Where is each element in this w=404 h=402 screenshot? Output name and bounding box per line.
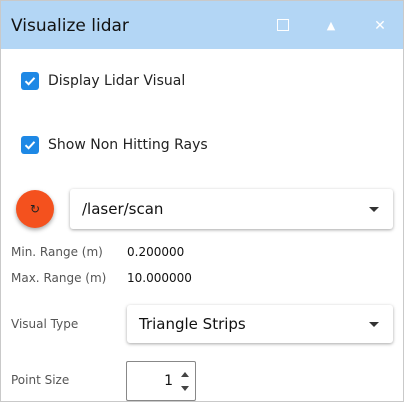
- increment-button[interactable]: [179, 368, 191, 380]
- triangle-up-icon: ▲: [326, 19, 336, 32]
- non-hitting-rays-checkbox-row[interactable]: Show Non Hitting Rays: [21, 136, 208, 154]
- close-icon: ✕: [374, 18, 386, 34]
- caret-up-icon: [181, 371, 189, 377]
- chevron-down-icon: [369, 322, 379, 327]
- point-size-value: 1: [164, 373, 173, 389]
- maximize-icon: [277, 18, 289, 31]
- refresh-topics-button[interactable]: ↻: [16, 190, 54, 228]
- caret-down-icon: [181, 385, 189, 391]
- close-button[interactable]: ✕: [369, 15, 391, 37]
- display-lidar-checkbox-row[interactable]: Display Lidar Visual: [21, 72, 185, 90]
- display-lidar-checkbox[interactable]: [21, 72, 39, 90]
- check-icon: [24, 141, 36, 150]
- visual-type-select[interactable]: Triangle Strips: [127, 305, 393, 343]
- maximize-button[interactable]: [272, 15, 294, 37]
- min-range-value: 0.200000: [127, 245, 185, 259]
- topic-select-value: /laser/scan: [82, 200, 164, 218]
- window-title: Visualize lidar: [11, 16, 129, 36]
- display-lidar-label: Display Lidar Visual: [48, 73, 186, 89]
- max-range-label: Max. Range (m): [11, 271, 107, 285]
- decrement-button[interactable]: [179, 382, 191, 394]
- point-size-input[interactable]: 1: [126, 361, 196, 401]
- min-range-label: Min. Range (m): [11, 245, 103, 259]
- collapse-button[interactable]: ▲: [320, 15, 342, 37]
- check-icon: [24, 77, 36, 86]
- max-range-value: 10.000000: [127, 271, 192, 285]
- visualize-lidar-window: Visualize lidar ▲ ✕ Display Lidar Visual…: [0, 0, 404, 402]
- chevron-down-icon: [369, 207, 379, 212]
- non-hitting-rays-label: Show Non Hitting Rays: [48, 137, 208, 153]
- topic-select[interactable]: /laser/scan: [70, 189, 393, 229]
- title-bar[interactable]: Visualize lidar ▲ ✕: [1, 1, 403, 49]
- visual-type-select-value: Triangle Strips: [139, 315, 246, 333]
- refresh-icon: ↻: [29, 202, 41, 216]
- point-size-label: Point Size: [11, 373, 70, 387]
- non-hitting-rays-checkbox[interactable]: [21, 136, 39, 154]
- visual-type-label: Visual Type: [11, 317, 79, 331]
